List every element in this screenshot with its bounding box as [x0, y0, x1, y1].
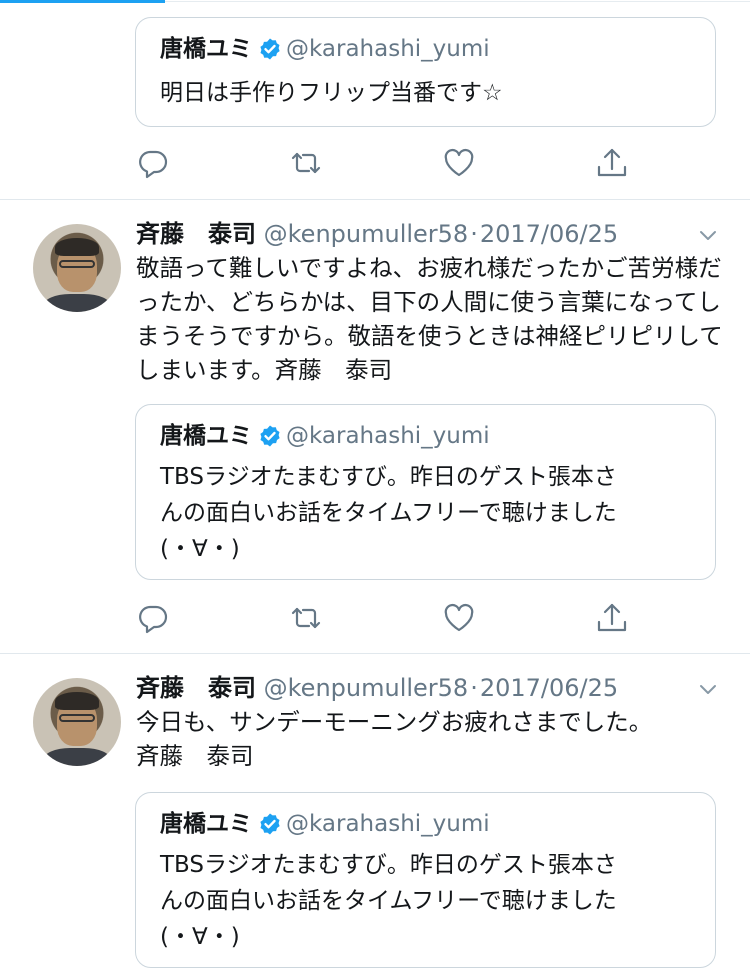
tweet-3[interactable]: 斉藤 泰司 @kenpumuller58·2017/06/25 今日も、サンデー…: [0, 653, 750, 978]
verified-badge-icon: [260, 38, 280, 60]
avatar[interactable]: [33, 678, 121, 766]
author-handle[interactable]: @kenpumuller58: [264, 674, 469, 702]
tweet-text-line: 斉藤 泰司: [136, 742, 254, 770]
quoted-author-name: 唐橋ユミ: [160, 36, 252, 62]
quoted-author-name: 唐橋ユミ: [160, 423, 252, 449]
heart-icon[interactable]: [442, 146, 476, 180]
tweet-2[interactable]: 斉藤 泰司 @kenpumuller58·2017/06/25 敬語って難しいで…: [0, 199, 750, 654]
retweet-icon[interactable]: [289, 601, 323, 635]
tweet-actions: [0, 601, 750, 641]
quoted-tweet[interactable]: 唐橋ユミ @karahashi_yumi 明日は手作りフリップ当番です☆: [135, 17, 716, 127]
verified-badge-icon: [260, 813, 280, 835]
tweet-header: 斉藤 泰司 @kenpumuller58·2017/06/25: [136, 673, 618, 703]
quoted-text-line: TBSラジオたまむすび。昨日のゲスト張本さ: [160, 852, 617, 878]
quoted-tweet[interactable]: 唐橋ユミ @karahashi_yumi TBSラジオたまむすび。昨日のゲスト張本…: [135, 792, 716, 968]
tweet-text: 敬語って難しいですよね、お疲れ様だったかご苦労様だったか、どちらかは、目下の人間…: [136, 254, 723, 384]
quoted-author-name: 唐橋ユミ: [160, 811, 252, 837]
author-handle[interactable]: @kenpumuller58: [264, 220, 469, 248]
share-icon[interactable]: [595, 146, 629, 180]
tweet-text-line: 今日も、サンデーモーニングお疲れさまでした。: [136, 708, 653, 736]
tweet-date[interactable]: 2017/06/25: [480, 674, 618, 702]
tweet-date[interactable]: 2017/06/25: [480, 220, 618, 248]
tweet-1[interactable]: 唐橋ユミ @karahashi_yumi 明日は手作りフリップ当番です☆: [0, 0, 750, 200]
quoted-tweet-text: 明日は手作りフリップ当番です☆: [160, 80, 503, 106]
chevron-down-icon[interactable]: [697, 224, 719, 246]
quoted-text-line: (・∀・): [160, 924, 240, 950]
heart-icon[interactable]: [442, 601, 476, 635]
chevron-down-icon[interactable]: [697, 678, 719, 700]
tweet-actions: [0, 146, 750, 186]
quoted-author-handle[interactable]: @karahashi_yumi: [286, 811, 490, 837]
quoted-tweet-text: TBSラジオたまむすび。昨日のゲスト張本さ んの面白いお話をタイムフリーで聴けま…: [160, 459, 690, 567]
reply-icon[interactable]: [136, 601, 170, 635]
retweet-icon[interactable]: [289, 146, 323, 180]
tweet-text: 今日も、サンデーモーニングお疲れさまでした。 斉藤 泰司: [136, 705, 726, 773]
verified-badge-icon: [260, 425, 280, 447]
author-name[interactable]: 斉藤 泰司: [136, 674, 256, 702]
quoted-tweet-header: 唐橋ユミ @karahashi_yumi: [160, 809, 490, 839]
separator: ·: [470, 674, 478, 702]
reply-icon[interactable]: [136, 146, 170, 180]
quoted-author-handle[interactable]: @karahashi_yumi: [286, 423, 490, 449]
quoted-tweet-header: 唐橋ユミ @karahashi_yumi: [160, 421, 490, 451]
quoted-text-line: TBSラジオたまむすび。昨日のゲスト張本さ: [160, 464, 617, 490]
tweet-header: 斉藤 泰司 @kenpumuller58·2017/06/25: [136, 219, 618, 249]
timeline: 唐橋ユミ @karahashi_yumi 明日は手作りフリップ当番です☆ 斉藤 泰…: [0, 0, 750, 978]
quoted-tweet[interactable]: 唐橋ユミ @karahashi_yumi TBSラジオたまむすび。昨日のゲスト張本…: [135, 404, 716, 580]
author-name[interactable]: 斉藤 泰司: [136, 220, 256, 248]
quoted-text-line: (・∀・): [160, 536, 240, 562]
quoted-tweet-header: 唐橋ユミ @karahashi_yumi: [160, 34, 490, 64]
share-icon[interactable]: [595, 601, 629, 635]
quoted-tweet-text: TBSラジオたまむすび。昨日のゲスト張本さ んの面白いお話をタイムフリーで聴けま…: [160, 847, 690, 955]
quoted-text-line: んの面白いお話をタイムフリーで聴けました: [160, 500, 617, 526]
avatar[interactable]: [33, 224, 121, 312]
quoted-author-handle[interactable]: @karahashi_yumi: [286, 36, 490, 62]
quoted-text-line: んの面白いお話をタイムフリーで聴けました: [160, 888, 617, 914]
separator: ·: [470, 220, 478, 248]
